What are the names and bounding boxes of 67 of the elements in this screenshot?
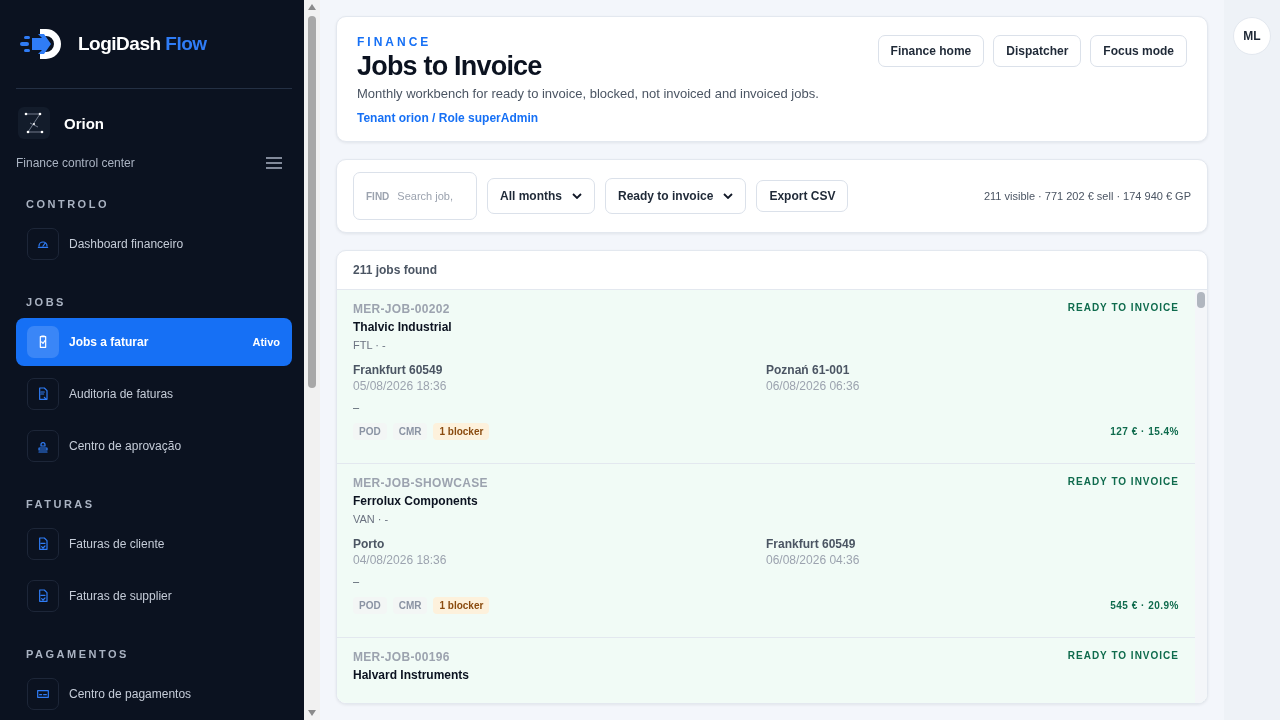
tenant-name: Orion bbox=[64, 114, 104, 132]
tenant-subtitle: Finance control center bbox=[16, 156, 135, 170]
chevron-down-icon bbox=[572, 193, 582, 199]
origin-time: 04/08/2026 18:36 bbox=[353, 553, 448, 567]
header-button[interactable]: Dispatcher bbox=[993, 35, 1082, 67]
job-card[interactable]: MER-JOB-SHOWCASE READY TO INVOICE Ferrolux Components VAN · - Porto 04/08/2026 18:36 Frankfurt 60549 06/08/2026 04:36 – POD CMR 1 blocker 545 € · 20.9% bbox=[337, 464, 1195, 638]
customer-name: Ferrolux Components bbox=[353, 494, 479, 508]
job-id: MER-JOB-SHOWCASE bbox=[353, 476, 488, 490]
user-avatar[interactable]: ML bbox=[1233, 17, 1271, 55]
header-button[interactable]: Finance home bbox=[877, 35, 985, 67]
nav-section-heading: JOBS bbox=[26, 296, 67, 308]
find-label: FIND bbox=[366, 190, 390, 202]
constellation-icon bbox=[18, 107, 50, 139]
job-status: READY TO INVOICE bbox=[1067, 476, 1179, 487]
nav-section-heading: PAGAMENTOS bbox=[26, 648, 130, 660]
menu-icon[interactable] bbox=[266, 157, 282, 169]
origin-place: Porto bbox=[353, 537, 386, 551]
job-margin: 545 € · 20.9% bbox=[1110, 600, 1179, 611]
origin-time: 05/08/2026 18:36 bbox=[353, 379, 448, 393]
month-select[interactable]: All months bbox=[487, 178, 595, 214]
job-tag: 1 blocker bbox=[433, 423, 490, 440]
job-tag: POD bbox=[353, 423, 387, 440]
brand-name: LogiDash Flow bbox=[78, 33, 207, 55]
nav-item[interactable]: Dashboard financeiro bbox=[16, 220, 292, 268]
nav-item[interactable]: Centro de aprovação bbox=[16, 422, 292, 470]
job-meta: FTL · - bbox=[353, 339, 387, 351]
job-status: READY TO INVOICE bbox=[1067, 650, 1179, 661]
status-select[interactable]: Ready to invoice bbox=[605, 178, 747, 214]
nav-item[interactable]: Jobs a faturar Ativo bbox=[16, 318, 292, 366]
customer-name: Halvard Instruments bbox=[353, 668, 471, 682]
nav-item[interactable]: Centro de pagamentos bbox=[16, 670, 292, 718]
destination-time: 06/08/2026 04:36 bbox=[766, 553, 861, 567]
chevron-down-icon bbox=[723, 193, 734, 199]
tenant-role-link[interactable]: Tenant orion / Role superAdmin bbox=[357, 111, 819, 125]
job-meta: VAN · - bbox=[353, 513, 390, 525]
nav-section-heading: CONTROLO bbox=[26, 198, 110, 210]
job-card[interactable]: MER-JOB-00202 READY TO INVOICE Thalvic Industrial FTL · - Frankfurt 60549 05/08/2026 18:36 Poznań 61-001 06/08/2026 06:36 – POD CMR 1 blocker 127 € · 15.4% bbox=[337, 290, 1195, 464]
eyebrow: FINANCE bbox=[357, 35, 433, 49]
destination-time: 06/08/2026 06:36 bbox=[766, 379, 861, 393]
summary-text: 211 visible · 771 202 € sell · 174 940 € GP bbox=[983, 190, 1191, 202]
destination-place: Poznań 61-001 bbox=[766, 363, 851, 377]
scrollbar-thumb[interactable] bbox=[308, 16, 316, 388]
job-note: – bbox=[353, 575, 361, 587]
job-margin: 127 € · 15.4% bbox=[1110, 426, 1179, 437]
job-status: READY TO INVOICE bbox=[1067, 302, 1179, 313]
job-note: – bbox=[353, 401, 361, 413]
job-id: MER-JOB-00202 bbox=[353, 302, 450, 316]
origin-place: Frankfurt 60549 bbox=[353, 363, 444, 377]
scroll-up-icon[interactable] bbox=[308, 4, 316, 10]
customer-name: Thalvic Industrial bbox=[353, 320, 453, 334]
nav-item[interactable]: Faturas de cliente bbox=[16, 520, 292, 568]
nav-item[interactable]: Auditoria de faturas bbox=[16, 370, 292, 418]
nav-section-heading: FATURAS bbox=[26, 498, 96, 510]
nav-item[interactable]: Faturas de supplier bbox=[16, 572, 292, 620]
destination-place: Frankfurt 60549 bbox=[766, 537, 857, 551]
scrollbar-thumb[interactable] bbox=[1197, 292, 1205, 308]
job-tag: CMR bbox=[392, 423, 428, 440]
job-tag: CMR bbox=[392, 597, 428, 614]
job-id: MER-JOB-00196 bbox=[353, 650, 450, 664]
export-button[interactable]: Export CSV bbox=[756, 180, 849, 212]
job-tag: POD bbox=[353, 597, 387, 614]
page-description: Monthly workbench for ready to invoice, blocked, not invoiced and invoiced jobs. bbox=[357, 86, 819, 101]
scroll-down-icon[interactable] bbox=[308, 710, 316, 716]
page-title: Jobs to Invoice bbox=[357, 51, 543, 82]
header-button[interactable]: Focus mode bbox=[1090, 35, 1187, 67]
job-tag: 1 blocker bbox=[433, 597, 490, 614]
active-label: Ativo bbox=[252, 336, 280, 348]
